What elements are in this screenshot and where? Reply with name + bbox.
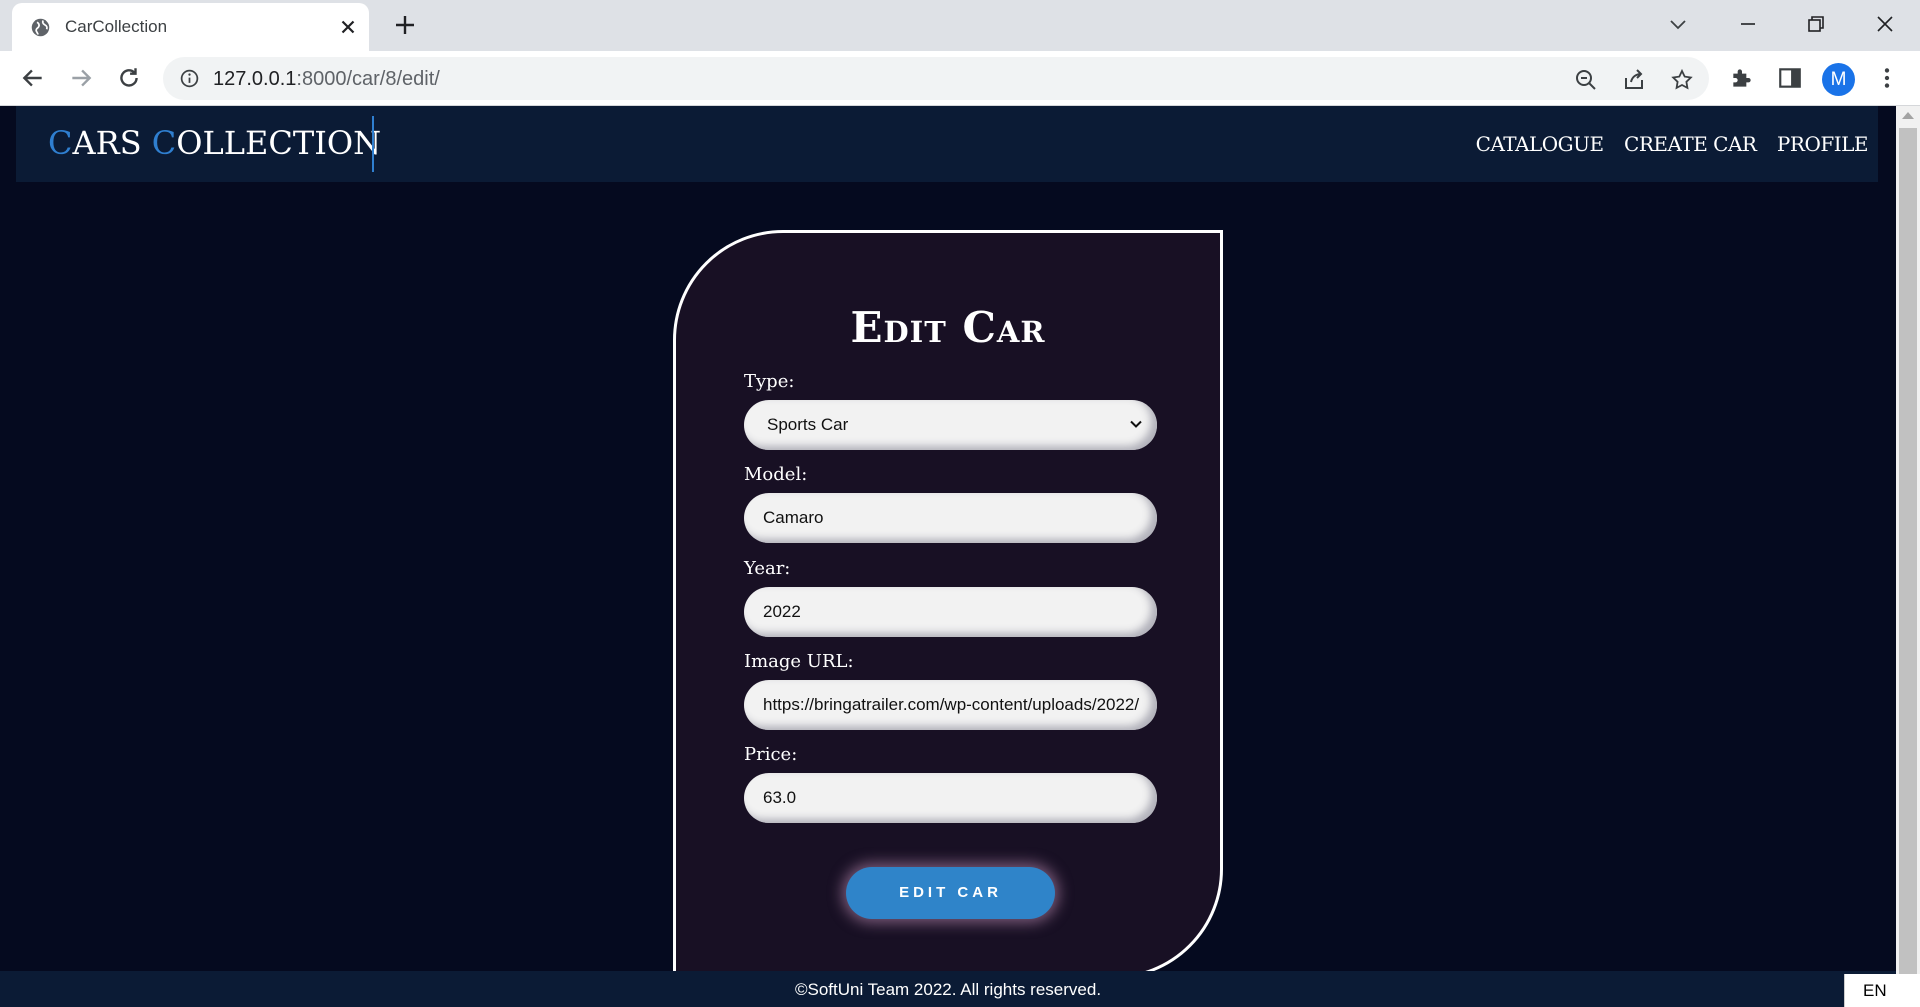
chevron-down-icon [1130, 420, 1142, 428]
profile-avatar[interactable]: M [1822, 63, 1855, 96]
tab-search-icon[interactable] [1666, 12, 1690, 36]
extensions-puzzle-icon[interactable] [1729, 65, 1755, 91]
address-bar[interactable]: 127.0.0.1:8000/car/8/edit/ [163, 57, 1709, 100]
logo-word-2: OLLECTION [176, 124, 382, 162]
url-text: 127.0.0.1:8000/car/8/edit/ [213, 68, 440, 91]
globe-icon [31, 18, 50, 37]
tab-title: CarCollection [65, 17, 168, 36]
main-nav: CATALOGUE CREATE CAR PROFILE [1460, 132, 1869, 156]
browser-tabstrip: CarCollection [0, 0, 1920, 51]
url-host: 127.0.0.1 [213, 68, 297, 90]
site-footer: ©SoftUni Team 2022. All rights reserved. [0, 971, 1896, 1007]
menu-dots-icon[interactable] [1874, 65, 1900, 91]
year-input[interactable]: 2022 [744, 587, 1157, 637]
nav-profile[interactable]: PROFILE [1777, 132, 1869, 156]
copyright-text: ©SoftUni Team 2022. All rights reserved. [794, 980, 1102, 999]
logo-cap-2: C [151, 124, 177, 162]
close-tab-icon[interactable] [337, 16, 359, 38]
side-panel-icon[interactable] [1777, 65, 1803, 91]
browser-tab[interactable]: CarCollection [12, 3, 369, 51]
image-url-label: Image URL: [744, 651, 854, 672]
language-code: EN [1863, 981, 1887, 1000]
site-info-icon[interactable] [179, 68, 200, 89]
page-scrollbar[interactable] [1896, 106, 1920, 1007]
logo-word-1: ARS [72, 124, 152, 162]
back-arrow-icon[interactable] [20, 65, 46, 91]
form-title: Edit Car [850, 303, 1046, 352]
nav-catalogue[interactable]: CATALOGUE [1476, 132, 1604, 156]
image-url-input[interactable]: https://bringatrailer.com/wp-content/upl… [744, 680, 1157, 730]
price-input[interactable]: 63.0 [744, 773, 1157, 823]
forward-arrow-icon[interactable] [68, 65, 94, 91]
scrollbar-thumb[interactable] [1899, 128, 1917, 1007]
site-header: CARS COLLECTION CATALOGUE CREATE CAR PRO… [16, 106, 1878, 182]
type-select[interactable]: Sports Car [744, 400, 1157, 450]
page-viewport: CARS COLLECTION CATALOGUE CREATE CAR PRO… [0, 106, 1896, 1007]
url-path: :8000/car/8/edit/ [296, 68, 440, 90]
restore-icon[interactable] [1804, 12, 1828, 36]
site-logo[interactable]: CARS COLLECTION [48, 124, 381, 162]
edit-car-card: Edit Car Type: Sports Car Model: Camaro … [673, 230, 1223, 979]
nav-create-car[interactable]: CREATE CAR [1624, 132, 1757, 156]
model-input[interactable]: Camaro [744, 493, 1157, 543]
type-label: Type: [744, 371, 795, 392]
model-label: Model: [744, 464, 808, 485]
price-label: Price: [744, 744, 798, 765]
zoom-out-icon[interactable] [1574, 68, 1598, 92]
year-label: Year: [744, 558, 791, 579]
minimize-icon[interactable] [1736, 12, 1760, 36]
edit-car-button[interactable]: EDIT CAR [846, 867, 1055, 919]
close-window-icon[interactable] [1873, 12, 1897, 36]
new-tab-icon[interactable] [393, 13, 417, 37]
language-indicator[interactable]: EN [1844, 974, 1920, 1007]
bookmark-star-icon[interactable] [1670, 68, 1694, 92]
logo-cap-1: C [48, 124, 73, 162]
reload-icon[interactable] [116, 65, 142, 91]
type-select-value: Sports Car [767, 415, 849, 434]
scroll-up-arrow-icon[interactable] [1902, 112, 1914, 119]
share-icon[interactable] [1622, 68, 1646, 92]
browser-toolbar: 127.0.0.1:8000/car/8/edit/ M [0, 51, 1920, 106]
header-divider [372, 116, 374, 172]
